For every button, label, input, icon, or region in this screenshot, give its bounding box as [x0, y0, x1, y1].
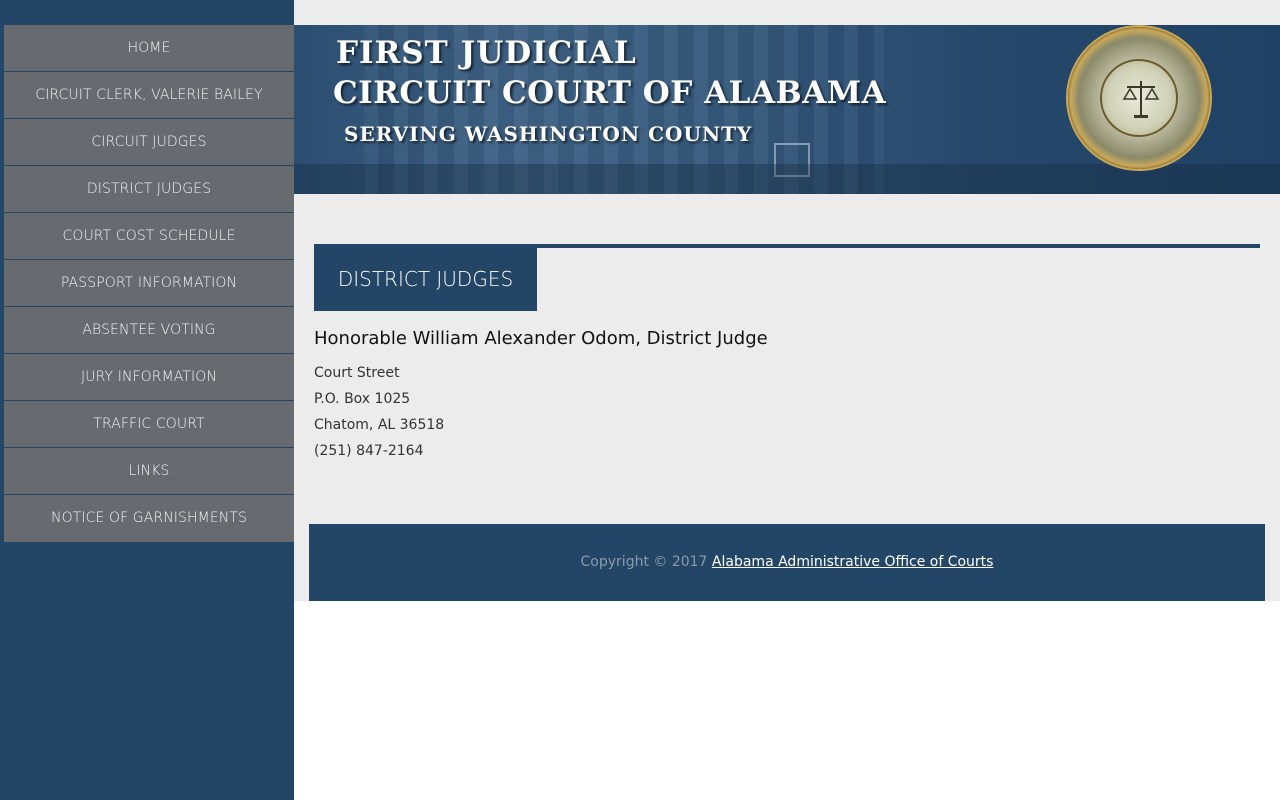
aoc-link[interactable]: Alabama Administrative Office of Courts [712, 554, 994, 570]
nav-item-court-cost-schedule[interactable]: COURT COST SCHEDULE [4, 213, 294, 260]
nav-item-circuit-clerk[interactable]: CIRCUIT CLERK, VALERIE BAILEY [4, 72, 294, 119]
nav-item-circuit-judges[interactable]: CIRCUIT JUDGES [4, 119, 294, 166]
banner-subtitle: SERVING WASHINGTON COUNTY [344, 122, 753, 146]
banner-title-line-1: FIRST JUDICIAL [336, 35, 637, 71]
main-content: FIRST JUDICIAL CIRCUIT COURT OF ALABAMA … [294, 0, 1280, 601]
banner-title-line-2: CIRCUIT COURT OF ALABAMA [333, 75, 887, 111]
nav-item-notice-of-garnishments[interactable]: NOTICE OF GARNISHMENTS [4, 495, 294, 542]
judge-address-line: Court Street [314, 365, 400, 381]
copyright-text: Copyright © 2017 [580, 554, 712, 570]
footer: Copyright © 2017 Alabama Administrative … [309, 524, 1265, 601]
main-nav: HOME CIRCUIT CLERK, VALERIE BAILEY CIRCU… [4, 25, 294, 542]
nav-item-jury-information[interactable]: JURY INFORMATION [4, 354, 294, 401]
nav-item-passport-information[interactable]: PASSPORT INFORMATION [4, 260, 294, 307]
nav-item-traffic-court[interactable]: TRAFFIC COURT [4, 401, 294, 448]
nav-item-district-judges[interactable]: DISTRICT JUDGES [4, 166, 294, 213]
nav-item-home[interactable]: HOME [4, 25, 294, 72]
header-banner: FIRST JUDICIAL CIRCUIT COURT OF ALABAMA … [294, 25, 1280, 194]
judge-address-line: Chatom, AL 36518 [314, 417, 445, 433]
judge-name: Honorable William Alexander Odom, Distri… [314, 328, 768, 349]
section-tab-title: DISTRICT JUDGES [314, 244, 537, 311]
unified-judicial-system-seal-icon [1068, 27, 1210, 169]
section-header: DISTRICT JUDGES [314, 244, 1260, 311]
judge-phone: (251) 847-2164 [314, 443, 424, 459]
sidebar: HOME CIRCUIT CLERK, VALERIE BAILEY CIRCU… [0, 0, 294, 800]
nav-item-links[interactable]: LINKS [4, 448, 294, 495]
scales-of-justice-icon [1122, 81, 1160, 118]
nav-item-absentee-voting[interactable]: ABSENTEE VOTING [4, 307, 294, 354]
judge-address-line: P.O. Box 1025 [314, 391, 411, 407]
